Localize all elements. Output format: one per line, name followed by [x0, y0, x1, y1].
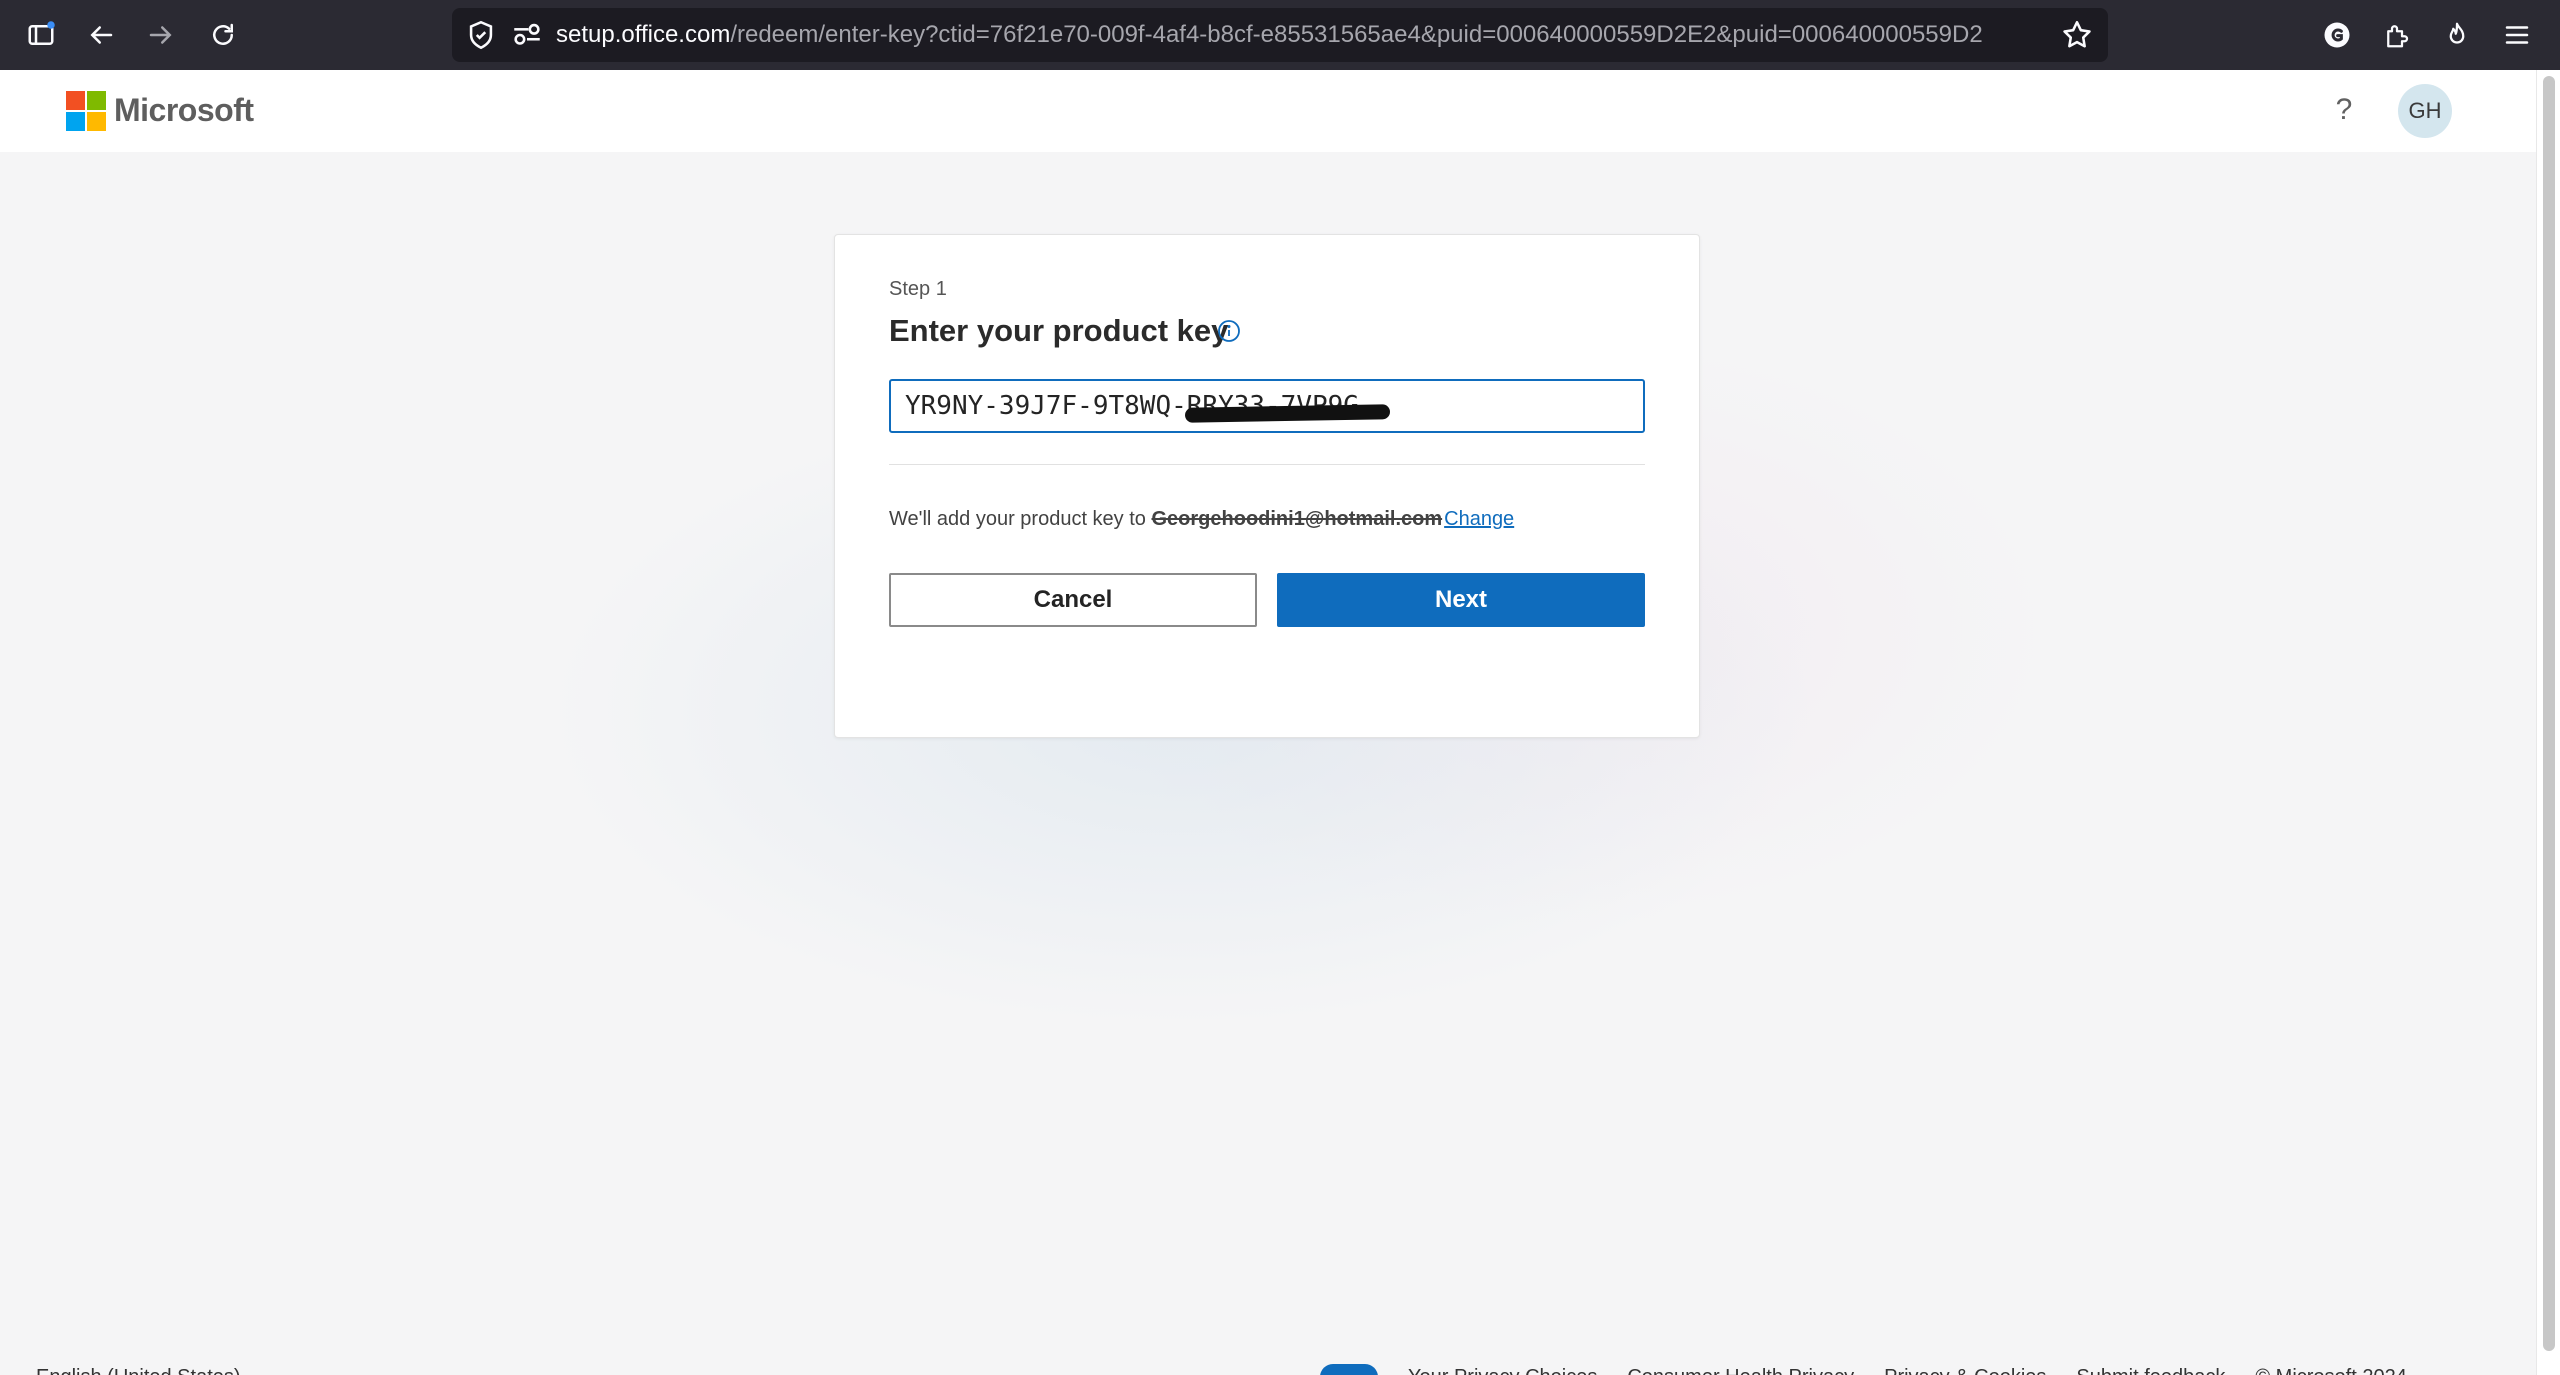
menu-icon[interactable] — [2496, 14, 2538, 56]
language-selector[interactable]: English (United States) — [36, 1366, 241, 1375]
info-icon[interactable] — [1217, 319, 1241, 343]
brand-name[interactable]: Microsoft — [114, 88, 254, 132]
avatar[interactable]: GH — [2398, 84, 2452, 138]
address-bar[interactable]: setup.office.com/redeem/enter-key?ctid=7… — [452, 8, 2108, 62]
account-note: We'll add your product key to Georgehood… — [889, 507, 1514, 531]
footer-links: Your Privacy Choices Consumer Health Pri… — [1320, 1364, 2407, 1375]
copyright: © Microsoft 2024 — [2255, 1366, 2406, 1375]
reload-icon[interactable] — [202, 14, 244, 56]
tracking-protection-icon[interactable] — [464, 18, 498, 52]
product-key-card: Step 1 Enter your product key We'll add … — [834, 234, 1700, 738]
privacy-choices-icon[interactable] — [1320, 1364, 1378, 1375]
note-text: We'll add your product key to — [889, 508, 1152, 530]
site-permissions-icon[interactable] — [510, 18, 544, 52]
divider — [889, 464, 1645, 465]
step-label: Step 1 — [889, 278, 947, 300]
footer-link[interactable]: Consumer Health Privacy — [1627, 1366, 1854, 1375]
account-email: Georgehoodini1@hotmail.com — [1151, 508, 1443, 530]
url-text[interactable]: setup.office.com/redeem/enter-key?ctid=7… — [556, 8, 2046, 62]
site-footer: English (United States) Your Privacy Cho… — [0, 1358, 2536, 1375]
change-account-link[interactable]: Change — [1444, 508, 1514, 530]
help-icon[interactable]: ? — [2328, 88, 2360, 132]
extensions-icon[interactable] — [2376, 14, 2418, 56]
page-title: Enter your product key — [889, 313, 1229, 348]
grammarly-extension-icon[interactable] — [2316, 14, 2358, 56]
bookmark-star-icon[interactable] — [2060, 18, 2094, 52]
sidebar-icon[interactable] — [20, 14, 62, 56]
firefox-view-icon[interactable] — [2436, 14, 2478, 56]
scrollbar[interactable] — [2536, 70, 2560, 1375]
footer-link[interactable]: Your Privacy Choices — [1408, 1366, 1597, 1375]
browser-toolbar: setup.office.com/redeem/enter-key?ctid=7… — [0, 0, 2560, 70]
back-icon[interactable] — [80, 14, 122, 56]
footer-link[interactable]: Privacy & Cookies — [1884, 1366, 2046, 1375]
site-header: Microsoft ? GH — [0, 70, 2536, 152]
cancel-button[interactable]: Cancel — [889, 573, 1257, 627]
page: Microsoft ? GH Step 1 Enter your product… — [0, 70, 2536, 1375]
footer-link[interactable]: Submit feedback — [2076, 1366, 2225, 1375]
forward-icon[interactable] — [140, 14, 182, 56]
language-label[interactable]: English (United States) — [36, 1366, 241, 1375]
next-button[interactable]: Next — [1277, 573, 1645, 627]
microsoft-logo-icon[interactable] — [66, 91, 106, 131]
scrollbar-thumb[interactable] — [2543, 76, 2555, 1351]
